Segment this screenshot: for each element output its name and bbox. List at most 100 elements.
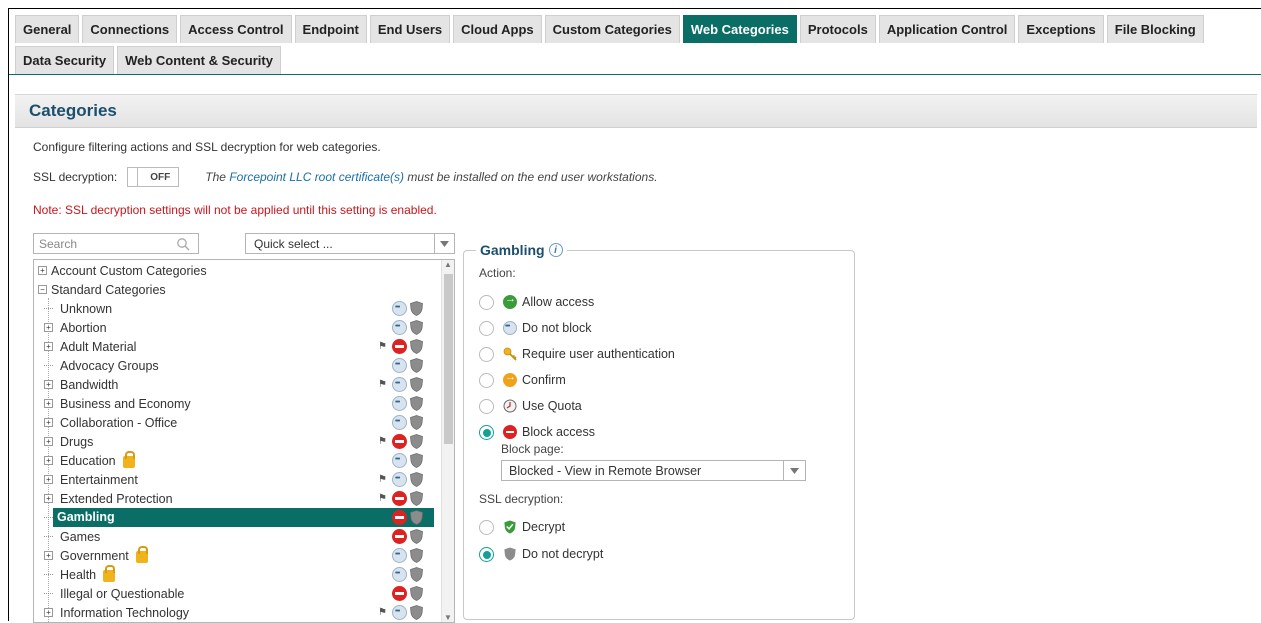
action-option-require-user-authentication[interactable]: Require user authentication — [479, 345, 675, 363]
ssl-shield-icon[interactable] — [410, 377, 423, 392]
block-action-icon[interactable] — [392, 529, 407, 544]
expand-icon[interactable]: + — [44, 399, 53, 408]
scrollbar-thumb[interactable] — [444, 274, 453, 444]
expand-icon[interactable]: + — [38, 266, 47, 275]
ssl-shield-icon[interactable] — [410, 415, 423, 430]
do-not-block-icon[interactable] — [392, 358, 407, 373]
action-option-block-access[interactable]: Block access — [479, 423, 595, 441]
radio-button[interactable] — [479, 294, 494, 310]
radio-button[interactable] — [479, 372, 494, 388]
action-option-allow-access[interactable]: Allow access — [479, 293, 594, 311]
radio-button[interactable] — [479, 398, 494, 414]
ssl-option-do-not-decrypt[interactable]: Do not decrypt — [479, 545, 603, 563]
block-page-select[interactable]: Blocked - View in Remote Browser — [501, 460, 806, 481]
ssl-shield-icon[interactable] — [410, 510, 423, 525]
search-input[interactable]: Search — [33, 233, 199, 254]
expand-icon[interactable]: + — [44, 494, 53, 503]
expand-icon[interactable]: + — [44, 323, 53, 332]
scroll-up-icon[interactable]: ▲ — [444, 260, 452, 269]
collapse-icon[interactable]: − — [38, 285, 47, 294]
tab-general[interactable]: General — [15, 15, 80, 43]
ssl-shield-icon[interactable] — [410, 320, 423, 335]
tab-access-control[interactable]: Access Control — [180, 15, 292, 43]
block-action-icon[interactable] — [392, 586, 407, 601]
do-not-block-icon[interactable] — [392, 548, 407, 563]
tree-item-icons — [374, 546, 434, 565]
expand-icon[interactable]: + — [44, 437, 53, 446]
tree-item-icons: ⚑ — [374, 337, 434, 356]
block-action-icon[interactable] — [392, 491, 407, 506]
ssl-shield-icon[interactable] — [410, 472, 423, 487]
ssl-shield-icon[interactable] — [410, 529, 423, 544]
tree-item-icons — [374, 413, 434, 432]
do-not-block-icon[interactable] — [392, 453, 407, 468]
radio-button[interactable] — [479, 519, 494, 535]
ssl-shield-icon[interactable] — [410, 605, 423, 620]
block-action-icon[interactable] — [392, 434, 407, 449]
do-not-block-icon[interactable] — [392, 377, 407, 392]
tab-connections[interactable]: Connections — [82, 15, 178, 43]
expand-icon[interactable]: + — [44, 608, 53, 617]
do-not-block-icon[interactable] — [392, 605, 407, 620]
root-certificate-link[interactable]: Forcepoint LLC root certificate(s) — [229, 170, 404, 184]
tree-item-icons — [374, 451, 434, 470]
ssl-shield-icon[interactable] — [410, 586, 423, 601]
tab-custom-categories[interactable]: Custom Categories — [544, 15, 680, 43]
do-not-block-icon[interactable] — [392, 567, 407, 582]
tab-end-users[interactable]: End Users — [369, 15, 451, 43]
tree-root-standard-categories[interactable]: − Standard Categories — [38, 280, 438, 299]
tab-file-blocking[interactable]: File Blocking — [1106, 15, 1204, 43]
expand-icon[interactable]: + — [44, 342, 53, 351]
tree-connector — [44, 574, 53, 575]
ssl-shield-icon[interactable] — [410, 339, 423, 354]
ssl-shield-icon[interactable] — [410, 358, 423, 373]
action-option-do-not-block[interactable]: Do not block — [479, 319, 591, 337]
action-option-use-quota[interactable]: Use Quota — [479, 397, 582, 415]
tab-endpoint[interactable]: Endpoint — [294, 15, 367, 43]
flag-icon: ⚑ — [378, 341, 387, 352]
do-not-block-icon[interactable] — [392, 320, 407, 335]
radio-button[interactable] — [479, 424, 494, 440]
tab-protocols[interactable]: Protocols — [799, 15, 876, 43]
tab-exceptions[interactable]: Exceptions — [1018, 15, 1104, 43]
ssl-shield-icon[interactable] — [410, 491, 423, 506]
tab-data-security[interactable]: Data Security — [15, 46, 115, 74]
expand-icon[interactable]: + — [44, 418, 53, 427]
ssl-shield-icon[interactable] — [410, 548, 423, 563]
tab-cloud-apps[interactable]: Cloud Apps — [453, 15, 542, 43]
action-option-confirm[interactable]: Confirm — [479, 371, 566, 389]
expand-icon[interactable]: + — [44, 456, 53, 465]
radio-button[interactable] — [479, 320, 494, 336]
ssl-shield-icon[interactable] — [410, 301, 423, 316]
ssl-option-decrypt[interactable]: Decrypt — [479, 518, 565, 536]
ssl-shield-icon[interactable] — [410, 396, 423, 411]
ssl-shield-icon[interactable] — [410, 567, 423, 582]
search-icon[interactable] — [176, 237, 190, 251]
ssl-shield-icon[interactable] — [410, 434, 423, 449]
tree-item-label: Bandwidth — [60, 377, 119, 392]
block-action-icon[interactable] — [392, 510, 407, 525]
do-not-block-icon[interactable] — [392, 415, 407, 430]
info-icon[interactable]: i — [548, 243, 563, 257]
ssl-shield-icon[interactable] — [410, 453, 423, 468]
block-action-icon[interactable] — [392, 339, 407, 354]
chevron-down-icon[interactable] — [783, 461, 805, 480]
do-not-block-icon[interactable] — [392, 396, 407, 411]
tree-root-account-custom-categories[interactable]: + Account Custom Categories — [38, 261, 438, 280]
expand-icon[interactable]: + — [44, 551, 53, 560]
tab-web-categories[interactable]: Web Categories — [682, 15, 797, 43]
tab-application-control[interactable]: Application Control — [878, 15, 1016, 43]
option-label: Block access — [522, 425, 595, 439]
category-tree[interactable]: ▲ ▼ + Account Custom Categories − Standard … — [33, 259, 455, 623]
tree-item-icons: ⚑ — [374, 375, 434, 394]
radio-button[interactable] — [479, 546, 494, 562]
quick-select-dropdown[interactable]: Quick select ... — [245, 233, 455, 254]
expand-icon[interactable]: + — [44, 475, 53, 484]
do-not-block-icon[interactable] — [392, 472, 407, 487]
tab-web-content-security[interactable]: Web Content & Security — [117, 46, 281, 74]
radio-button[interactable] — [479, 346, 494, 362]
ssl-decryption-toggle[interactable]: OFF — [127, 167, 180, 187]
chevron-down-icon[interactable] — [434, 234, 454, 253]
expand-icon[interactable]: + — [44, 380, 53, 389]
do-not-block-icon[interactable] — [392, 301, 407, 316]
